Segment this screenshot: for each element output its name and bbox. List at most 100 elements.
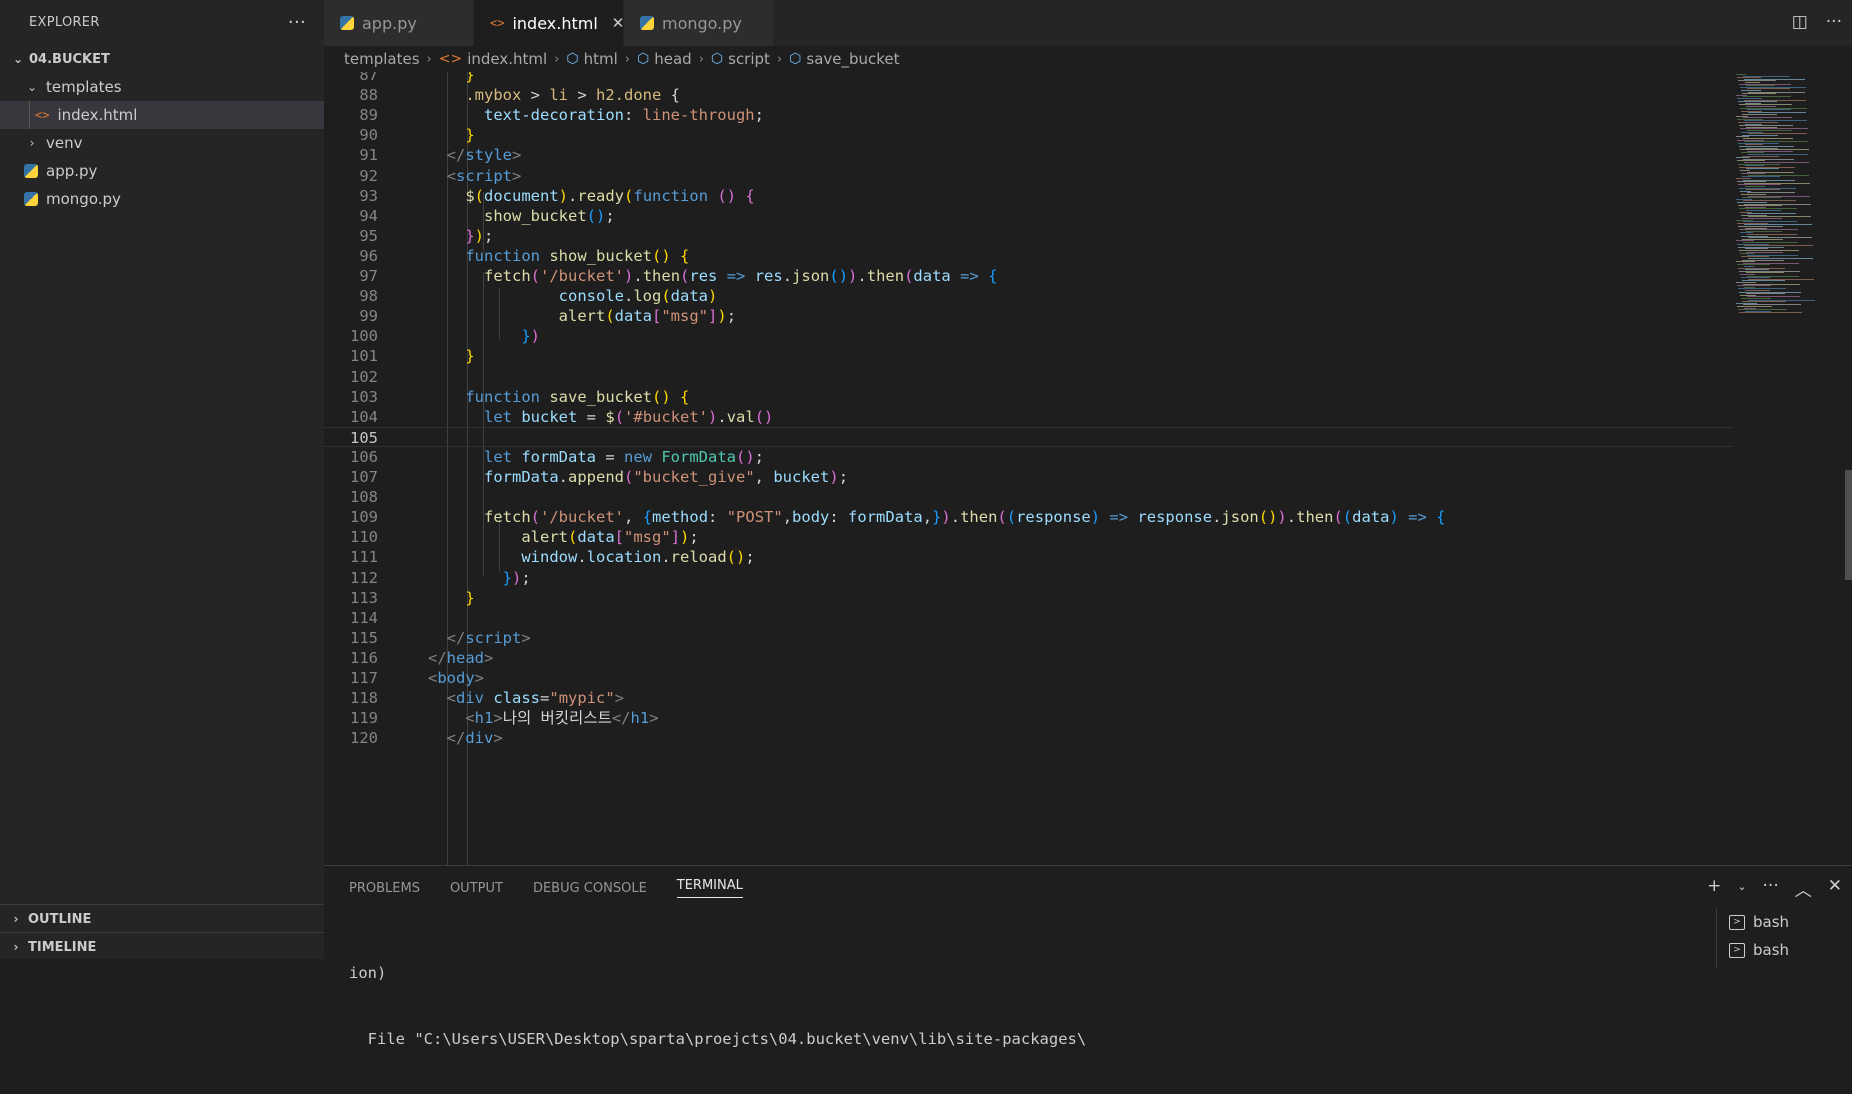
- code-text: </head>: [428, 648, 494, 667]
- code-line[interactable]: 100 }): [324, 326, 1732, 346]
- code-line[interactable]: 101 }: [324, 346, 1732, 366]
- code-line[interactable]: 96 function show_bucket() {: [324, 246, 1732, 266]
- code-line[interactable]: 109 fetch('/bucket', {method: "POST",bod…: [324, 507, 1732, 527]
- code-line[interactable]: 118 <div class="mypic">: [324, 688, 1732, 708]
- tab-problems[interactable]: PROBLEMS: [349, 881, 420, 896]
- chevron-right-icon: ›: [29, 136, 35, 150]
- file-app-py[interactable]: app.py: [0, 157, 324, 185]
- add-terminal-button[interactable]: +: [1707, 876, 1721, 901]
- code-line[interactable]: 88 .mybox > li > h2.done {: [324, 85, 1732, 105]
- breadcrumb-item[interactable]: ⬡ html: [566, 50, 617, 68]
- code-line[interactable]: 114: [324, 608, 1732, 628]
- code-text: <script>: [446, 166, 522, 185]
- code-text: $(document).ready(function () {: [465, 186, 755, 205]
- chevron-right-icon: ›: [624, 51, 630, 67]
- code-line[interactable]: 91 </style>: [324, 145, 1732, 165]
- code-line[interactable]: 111 window.location.reload();: [324, 547, 1732, 567]
- tab-terminal[interactable]: TERMINAL: [676, 878, 743, 898]
- ellipsis-icon[interactable]: ···: [1826, 12, 1842, 32]
- code-line[interactable]: 104 let bucket = $('#bucket').val(): [324, 407, 1732, 427]
- code-line[interactable]: 107 formData.append("bucket_give", bucke…: [324, 467, 1732, 487]
- file-index-html[interactable]: <> index.html: [0, 101, 324, 129]
- code-text: });: [465, 226, 494, 245]
- line-number: 117: [350, 669, 378, 687]
- terminal-icon: >: [1729, 914, 1745, 930]
- code-line[interactable]: 90 }: [324, 125, 1732, 145]
- folder-venv[interactable]: › venv: [0, 129, 324, 157]
- code-line[interactable]: 113 }: [324, 588, 1732, 608]
- minimap-line: [1746, 189, 1780, 191]
- code-line[interactable]: 112 });: [324, 568, 1732, 588]
- code-line[interactable]: 87 }: [324, 72, 1732, 85]
- terminal-line: ion): [349, 964, 387, 982]
- chevron-right-icon: ›: [426, 51, 432, 67]
- line-number: 109: [350, 508, 378, 527]
- tab-output[interactable]: OUTPUT: [450, 881, 503, 896]
- code-text: show_bucket();: [484, 206, 615, 225]
- editor-tabs: app.py <> index.html ✕ mongo.py ◫ ···: [324, 0, 1852, 46]
- vertical-scrollbar[interactable]: [1845, 470, 1852, 580]
- code-line[interactable]: 108: [324, 487, 1732, 507]
- tab-app-py[interactable]: app.py: [324, 0, 474, 46]
- chevron-up-icon[interactable]: ︿: [1795, 876, 1812, 901]
- code-line[interactable]: 116 </head>: [324, 648, 1732, 668]
- tab-label: app.py: [362, 13, 417, 33]
- line-number: 103: [350, 387, 378, 406]
- chevron-down-icon[interactable]: ⌄: [1737, 880, 1746, 901]
- line-number: 102: [350, 367, 378, 386]
- close-icon[interactable]: ✕: [1828, 876, 1842, 901]
- code-line[interactable]: 103 function save_bucket() {: [324, 387, 1732, 407]
- code-line[interactable]: 95 });: [324, 226, 1732, 246]
- tab-debug-console[interactable]: DEBUG CONSOLE: [533, 881, 647, 896]
- folder-templates[interactable]: ⌄ templates: [0, 73, 324, 101]
- code-line[interactable]: 98 console.log(data): [324, 286, 1732, 306]
- breadcrumb-item[interactable]: <> index.html: [439, 50, 547, 68]
- code-line[interactable]: 99 alert(data["msg"]);: [324, 306, 1732, 326]
- code-line[interactable]: 106 let formData = new FormData();: [324, 447, 1732, 467]
- split-editor-icon[interactable]: ◫: [1792, 12, 1808, 32]
- timeline-label: TIMELINE: [28, 939, 97, 955]
- timeline-section[interactable]: › TIMELINE: [0, 932, 324, 961]
- breadcrumb: templates › <> index.html › ⬡ html › ⬡ head…: [324, 46, 1852, 72]
- breadcrumb-item[interactable]: ⬡ head: [637, 50, 692, 68]
- line-number: 100: [350, 327, 378, 346]
- outline-section[interactable]: › OUTLINE: [0, 904, 324, 933]
- tab-mongo-py[interactable]: mongo.py: [624, 0, 774, 46]
- folder-label: venv: [46, 134, 83, 152]
- close-icon[interactable]: ✕: [612, 14, 625, 32]
- code-line[interactable]: 93 $(document).ready(function () {: [324, 186, 1732, 206]
- chevron-down-icon: ⌄: [26, 80, 38, 94]
- code-line[interactable]: 97 fetch('/bucket').then(res => res.json…: [324, 266, 1732, 286]
- tab-label: index.html: [512, 13, 598, 33]
- breadcrumb-item[interactable]: templates: [344, 50, 420, 68]
- root-folder[interactable]: ⌄ 04.BUCKET: [0, 45, 324, 73]
- code-line[interactable]: 105: [324, 426, 1732, 447]
- breadcrumb-item[interactable]: ⬡ save_bucket: [789, 50, 899, 68]
- code-line[interactable]: 102: [324, 367, 1732, 387]
- tab-index-html[interactable]: <> index.html ✕: [474, 0, 624, 46]
- breadcrumb-item[interactable]: ⬡ script: [711, 50, 770, 68]
- ellipsis-icon[interactable]: ···: [288, 12, 306, 33]
- line-number: 94: [359, 206, 378, 225]
- minimap[interactable]: [1732, 72, 1837, 865]
- code-line[interactable]: 110 alert(data["msg"]);: [324, 527, 1732, 547]
- terminal-item[interactable]: > bash: [1717, 936, 1852, 964]
- ellipsis-icon[interactable]: ···: [1763, 876, 1779, 901]
- chevron-down-icon: ⌄: [12, 52, 24, 66]
- code-editor[interactable]: 87 } 88 .mybox > li > h2.done {89 text-de…: [324, 72, 1732, 865]
- python-file-icon: [24, 164, 38, 178]
- code-line[interactable]: 115 </script>: [324, 628, 1732, 648]
- code-line[interactable]: 92 <script>: [324, 166, 1732, 186]
- code-text: console.log(data): [558, 287, 718, 306]
- code-line[interactable]: 119 <h1>나의 버킷리스트</h1>: [324, 708, 1732, 728]
- code-line[interactable]: 94 show_bucket();: [324, 206, 1732, 226]
- file-mongo-py[interactable]: mongo.py: [0, 185, 324, 213]
- code-text: });: [502, 568, 531, 587]
- code-line[interactable]: 117 <body>: [324, 668, 1732, 688]
- terminal-output[interactable]: ion) File "C:\Users\USER\Desktop\sparta\…: [349, 918, 1086, 1094]
- terminal-icon: >: [1729, 942, 1745, 958]
- terminal-item[interactable]: > bash: [1717, 908, 1852, 936]
- code-line[interactable]: 89 text-decoration: line-through;: [324, 105, 1732, 125]
- code-text: </div>: [446, 729, 503, 748]
- code-line[interactable]: 120 </div>: [324, 728, 1732, 748]
